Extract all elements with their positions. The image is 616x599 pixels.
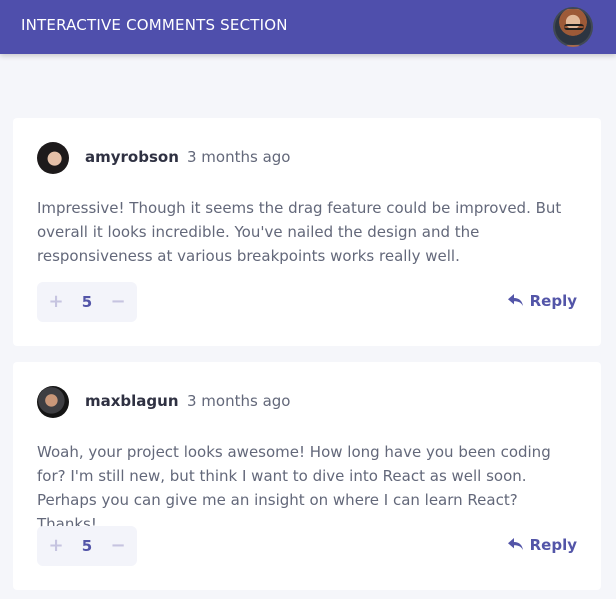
max-avatar-icon xyxy=(37,386,69,418)
vote-count: 5 xyxy=(81,293,93,311)
reply-button[interactable]: Reply xyxy=(507,533,577,557)
reply-label: Reply xyxy=(529,536,577,554)
amy-avatar-icon xyxy=(37,142,69,174)
comment-card-maxblagun: maxblagun 3 months ago Woah, your projec… xyxy=(13,362,601,590)
comment-username: amyrobson xyxy=(85,148,179,166)
vote-control: + 5 − xyxy=(37,526,137,566)
reply-arrow-icon xyxy=(507,538,523,550)
upvote-button[interactable]: + xyxy=(46,290,66,314)
comment-text: Woah, your project looks awesome! How lo… xyxy=(37,443,551,533)
upvote-button[interactable]: + xyxy=(46,534,66,558)
downvote-button[interactable]: − xyxy=(108,290,128,314)
top-navigation-bar: INTERACTIVE COMMENTS SECTION xyxy=(0,0,616,54)
reply-label: Reply xyxy=(529,292,577,310)
app-title: INTERACTIVE COMMENTS SECTION xyxy=(21,16,288,34)
comment-timestamp: 3 months ago xyxy=(187,392,291,410)
comment-timestamp: 3 months ago xyxy=(187,148,291,166)
vote-control: + 5 − xyxy=(37,282,137,322)
comment-username: maxblagun xyxy=(85,392,179,410)
comment-card-amyrobson: amyrobson 3 months ago Impressive! Thoug… xyxy=(13,118,601,346)
reply-arrow-icon xyxy=(507,294,523,306)
user-avatar-icon[interactable] xyxy=(553,7,593,47)
vote-count: 5 xyxy=(81,537,93,555)
downvote-button[interactable]: − xyxy=(108,534,128,558)
avatar-glasses-icon xyxy=(564,24,584,30)
comment-text: Impressive! Though it seems the drag fea… xyxy=(37,199,562,265)
reply-button[interactable]: Reply xyxy=(507,289,577,313)
